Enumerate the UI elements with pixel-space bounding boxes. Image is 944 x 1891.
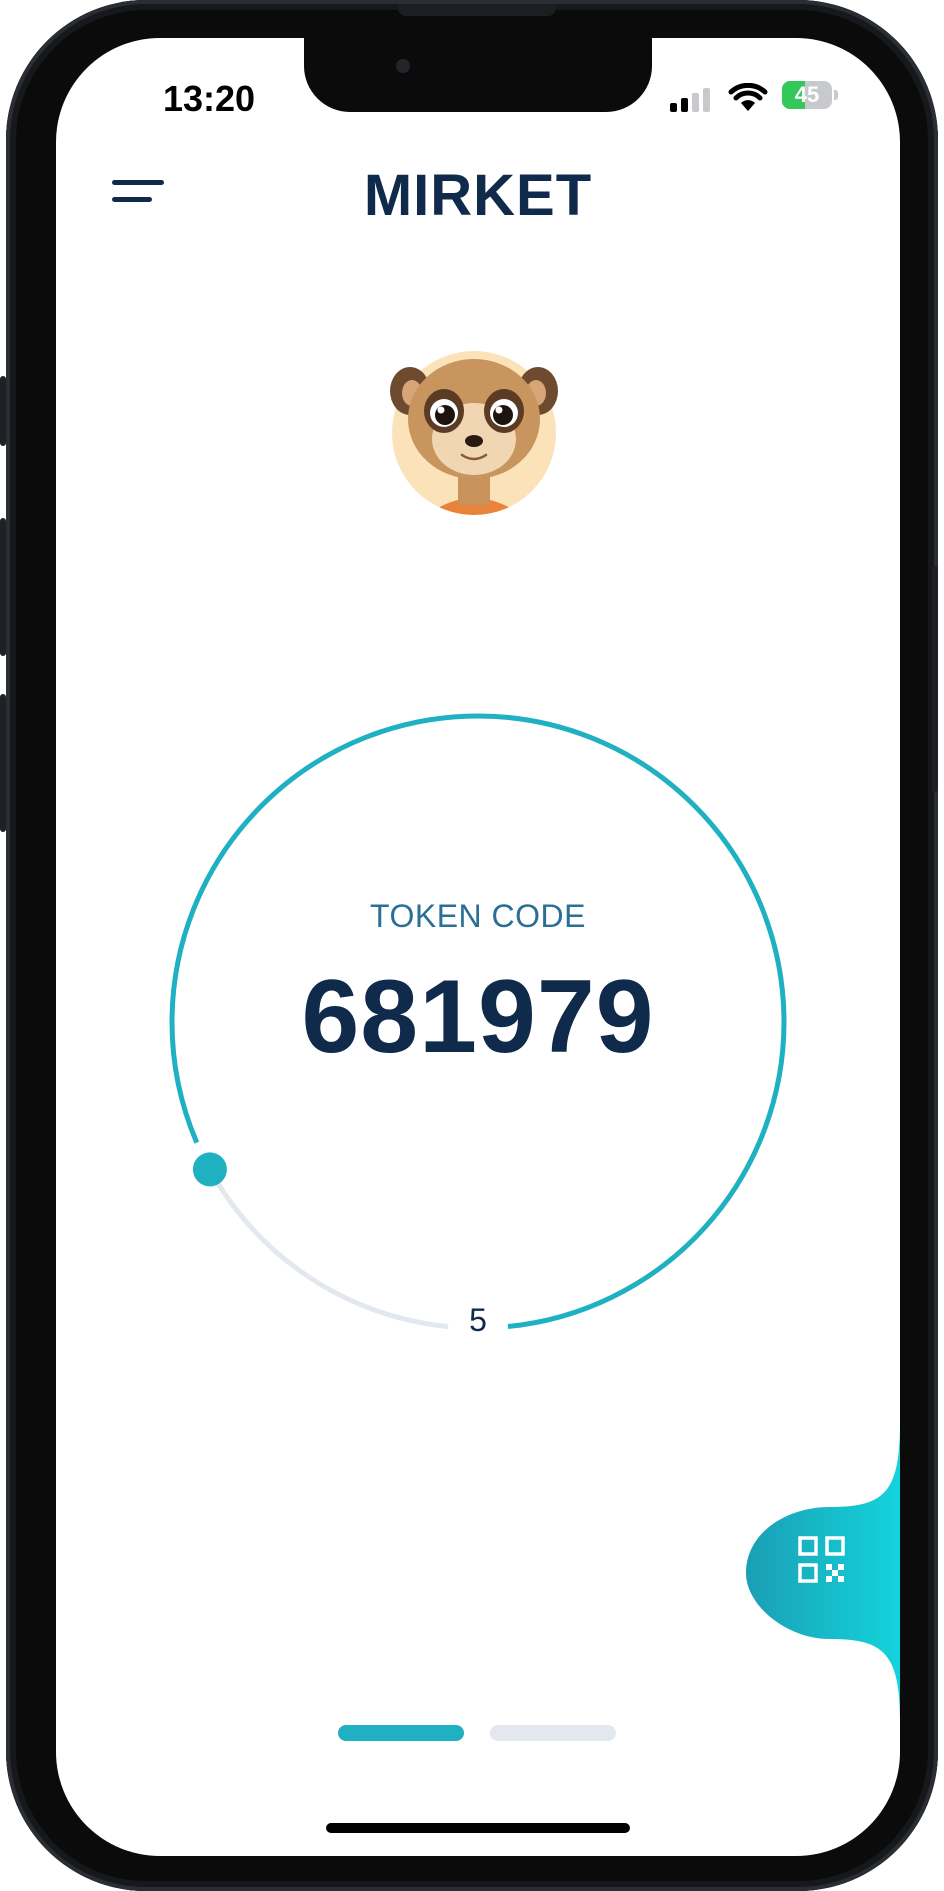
menu-icon-line-bottom [112,197,152,202]
phone-frame: 13:20 45 MIRKET TOKEN CODE 681979 5 [0,0,938,1891]
wifi-icon [728,83,768,111]
page-indicator [338,1725,618,1741]
cellular-signal-icon [670,88,710,112]
menu-icon-line-top [112,180,164,185]
front-camera [396,59,410,73]
speaker-grille [398,4,556,16]
page-dot-2[interactable] [490,1725,616,1741]
page-dot-1[interactable] [338,1725,464,1741]
menu-button[interactable] [112,176,168,216]
token-code: 681979 [301,959,655,1075]
mirket-logo: MIRKET [363,163,593,228]
battery-cap [834,90,838,100]
mute-switch [0,376,6,446]
ring-progress-knob [192,1152,227,1187]
token-label: TOKEN CODE [370,898,586,934]
home-indicator[interactable] [326,1823,630,1833]
seconds-remaining: 5 [469,1302,487,1338]
notch [304,38,652,112]
volume-up-button [0,518,6,656]
volume-down-button [0,694,6,832]
battery-level: 45 [794,82,820,107]
battery-icon: 45 [782,81,832,109]
status-time: 13:20 [162,78,256,119]
meerkat-avatar [390,351,558,515]
power-button [932,566,938,792]
qr-code-icon [798,1536,845,1583]
app-screen: 13:20 45 MIRKET TOKEN CODE 681979 5 [56,38,900,1856]
